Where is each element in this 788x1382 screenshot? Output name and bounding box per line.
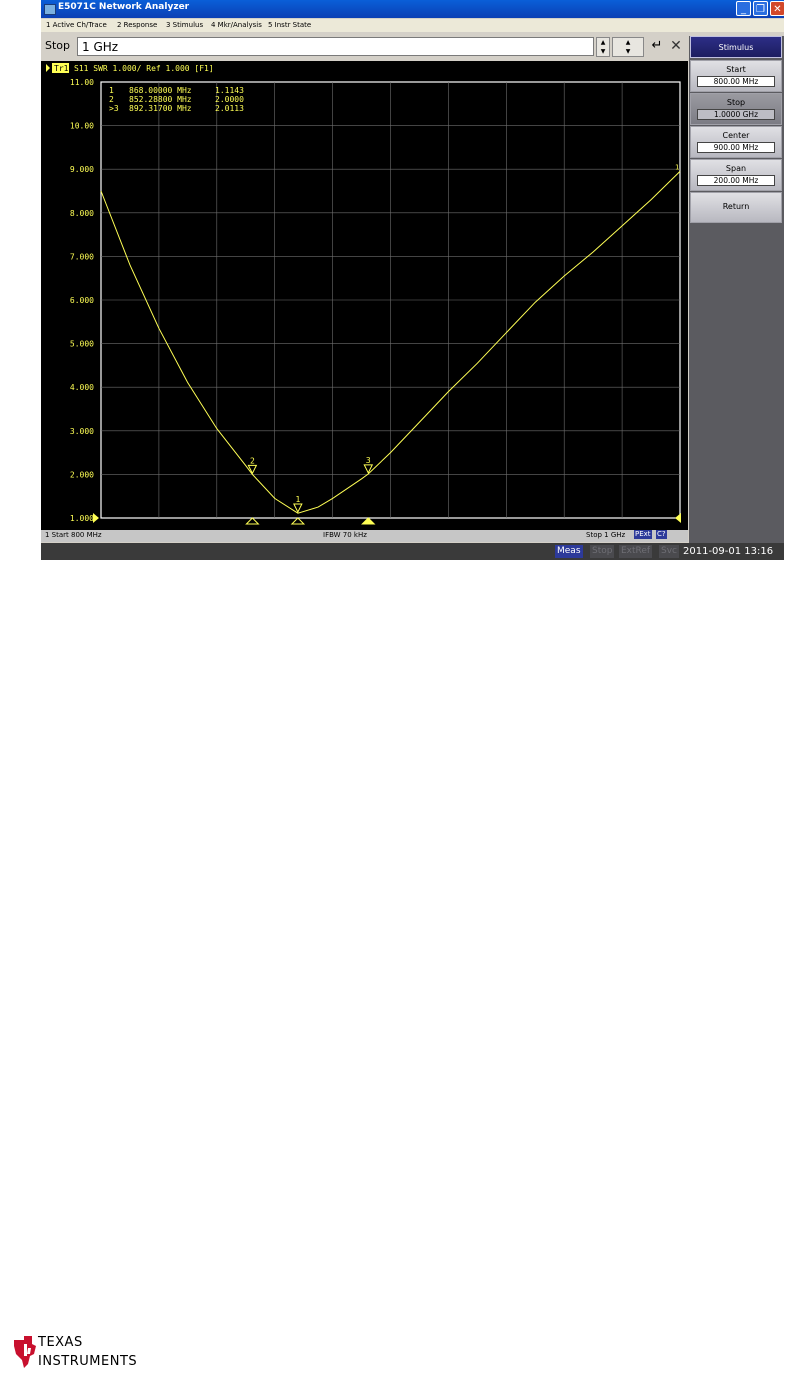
swr-plot: Tr1 S11 SWR 1.000/ Ref 1.000 [F1] 11.00 1…	[41, 61, 688, 530]
trace-header: S11 SWR 1.000/ Ref 1.000 [F1]	[74, 64, 214, 73]
badge-cal: C?	[656, 530, 667, 539]
status-extref: ExtRef	[619, 545, 653, 558]
ti-brand-line2: INSTRUMENTS	[38, 1354, 138, 1369]
trace-end-label: 1	[675, 163, 679, 171]
marker-row-1-value: 1.1143	[215, 86, 244, 95]
softkey-start[interactable]: Start 800.00 MHz	[690, 60, 782, 92]
y-tick-label: 11.00	[70, 78, 94, 87]
title-bar: E5071C Network Analyzer _ ❐ ✕	[41, 0, 785, 18]
y-tick-label: 5.000	[70, 340, 94, 349]
softkey-span-value: 200.00 MHz	[697, 175, 775, 186]
marker-row-2-value: 2.0000	[215, 95, 244, 104]
window-title: E5071C Network Analyzer	[58, 2, 190, 12]
marker-row-3-freq: 892.31700 MHz	[129, 104, 192, 113]
softkey-header-label: Stimulus	[718, 43, 754, 52]
restore-icon[interactable]: ❐	[753, 1, 768, 16]
y-tick-label: 7.000	[70, 252, 94, 261]
status-svc: Svc	[659, 545, 679, 558]
app-icon	[44, 4, 56, 15]
status-datetime: 2011-09-01 13:16	[683, 546, 774, 557]
softkey-center-value: 900.00 MHz	[697, 142, 775, 153]
y-tick-label: 3.000	[70, 427, 94, 436]
channel-status-line: 1 Start 800 MHz IFBW 70 kHz Stop 1 GHz P…	[41, 530, 688, 542]
stop-entry-field[interactable]: 1 GHz	[77, 37, 594, 56]
marker-table: 1 868.00000 MHz 1.1143 2 852.28800 MHz 2…	[109, 86, 244, 113]
marker-row-2-freq: 852.28800 MHz	[129, 95, 192, 104]
marker-row-3-id: >3	[109, 104, 119, 113]
softkey-span-label: Span	[725, 164, 747, 173]
menu-bar: 1 Active Ch/Trace 2 Response 3 Stimulus …	[41, 19, 784, 32]
menu-mkr-analysis[interactable]: 4 Mkr/Analysis	[211, 21, 262, 29]
softkey-start-label: Start	[726, 65, 746, 74]
measurement-screen: Tr1 S11 SWR 1.000/ Ref 1.000 [F1] 11.00 1…	[41, 61, 688, 541]
status-ifbw: IFBW 70 kHz	[323, 531, 367, 539]
softkey-stop-label: Stop	[726, 98, 746, 107]
menu-active-ch-trace[interactable]: 1 Active Ch/Trace	[46, 21, 107, 29]
menu-stimulus[interactable]: 3 Stimulus	[166, 21, 203, 29]
softkey-panel: Stimulus Start 800.00 MHz Stop 1.0000 GH…	[689, 36, 784, 544]
y-tick-label: 2.000	[70, 470, 94, 479]
minimize-icon[interactable]: _	[736, 1, 751, 16]
trace-tag: Tr1	[54, 64, 69, 73]
softkey-center[interactable]: Center 900.00 MHz	[690, 126, 782, 158]
cancel-icon[interactable]: ✕	[667, 37, 685, 57]
ti-brand-line1: TEXAS	[38, 1335, 83, 1350]
softkey-return-label: Return	[722, 202, 750, 211]
entry-value: 1 GHz	[82, 40, 119, 54]
softkey-center-label: Center	[722, 131, 750, 140]
status-start: 1 Start 800 MHz	[45, 531, 102, 539]
entry-label: Stop	[45, 39, 71, 52]
status-stop-indicator: Stop	[590, 545, 615, 558]
menu-instr-state[interactable]: 5 Instr State	[268, 21, 311, 29]
marker-row-2-id: 2	[109, 95, 114, 104]
y-tick-label: 4.000	[70, 383, 94, 392]
status-stop: Stop 1 GHz	[586, 531, 626, 539]
analyzer-window: E5071C Network Analyzer _ ❐ ✕ 1 Active C…	[41, 0, 785, 560]
softkey-stop[interactable]: Stop 1.0000 GHz	[690, 93, 782, 125]
status-meas: Meas	[555, 545, 583, 558]
softkey-start-value: 800.00 MHz	[697, 76, 775, 87]
marker-1-label: 1	[295, 495, 300, 504]
y-tick-label: 10.00	[70, 122, 94, 131]
y-tick-label: 6.000	[70, 296, 94, 305]
y-tick-label: 9.000	[70, 165, 94, 174]
instrument-status-bar: Meas Stop ExtRef Svc 2011-09-01 13:16	[41, 543, 784, 560]
marker-row-3-value: 2.0113	[215, 104, 244, 113]
softkey-stop-value: 1.0000 GHz	[697, 109, 775, 120]
close-icon[interactable]: ✕	[770, 1, 785, 16]
softkey-return[interactable]: Return	[690, 192, 782, 223]
menu-response[interactable]: 2 Response	[117, 21, 157, 29]
enter-icon[interactable]: ↵	[648, 37, 666, 57]
spin-large-icon[interactable]: ▲ ▼	[612, 37, 644, 57]
marker-row-1-id: 1	[109, 86, 114, 95]
badge-pext: PExt	[634, 530, 652, 539]
entry-bar: Stop 1 GHz ▲ ▼ ▲ ▼ ↵ ✕	[41, 34, 688, 60]
y-tick-label: 8.000	[70, 209, 94, 218]
marker-row-1-freq: 868.00000 MHz	[129, 86, 192, 95]
spin-small-icon[interactable]: ▲ ▼	[596, 37, 610, 57]
softkey-stimulus-header: Stimulus	[690, 36, 782, 58]
marker-2-label: 2	[250, 456, 255, 465]
y-tick-label: 1.000	[70, 514, 94, 523]
softkey-span[interactable]: Span 200.00 MHz	[690, 159, 782, 191]
marker-3-label: 3	[366, 456, 371, 465]
